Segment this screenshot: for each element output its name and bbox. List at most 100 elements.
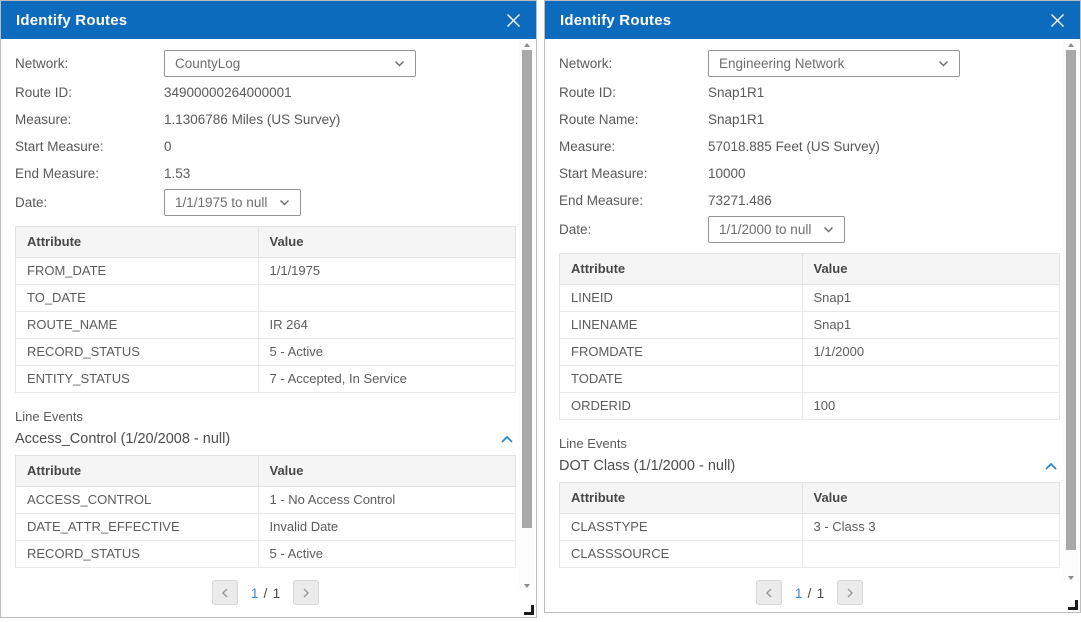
selected-option: Engineering Network [719,56,844,71]
network-select[interactable]: Engineering Network [708,50,960,77]
date-select[interactable]: 1/1/2000 to null [708,216,845,243]
field-row: Start Measure:0 [15,133,516,160]
route-name-value: Snap1R1 [708,112,764,127]
start-measure-value: 0 [164,139,172,154]
next-page-button[interactable] [293,580,319,605]
end-measure-value: 73271.486 [708,193,772,208]
table-row: RECORD_STATUS5 - Active [16,541,516,568]
table-row: ROUTE_NAMEIR 264 [16,312,516,339]
attribute-cell: LINEID [560,285,803,312]
page-indicator: 1/1 [795,585,824,601]
chevron-up-icon[interactable] [500,435,514,444]
close-icon[interactable] [1049,12,1066,29]
panel-header: Identify Routes [545,1,1080,39]
scroll-up-arrow-icon[interactable] [524,43,530,47]
selected-option: 1/1/2000 to null [719,222,811,237]
value-cell [802,366,1060,393]
total-pages: 1 [816,585,824,601]
value-cell: 1/1/2000 [802,339,1060,366]
resize-grip[interactable] [524,605,534,615]
value-cell: 100 [802,393,1060,420]
attribute-table: AttributeValueLINEIDSnap1LINENAMESnap1FR… [559,253,1060,420]
column-header: Attribute [560,483,803,514]
value-cell: 5 - Active [258,339,516,366]
field-row: End Measure:1.53 [15,160,516,187]
scrollbar-thumb[interactable] [522,50,532,528]
field-row: Route ID:34900000264000001 [15,79,516,106]
field-label: Date: [15,195,164,210]
next-page-button[interactable] [837,580,863,605]
table-row: FROM_DATE1/1/1975 [16,258,516,285]
chevron-down-icon [394,60,405,67]
date-select[interactable]: 1/1/1975 to null [164,189,301,216]
field-label: Network: [15,56,164,71]
page-separator: / [264,585,268,601]
identify-routes-workspace: Identify Routes Network: CountyLog Route I… [0,0,1081,622]
attribute-cell: CLASSSOURCE [560,541,803,568]
value-cell: 1 - No Access Control [258,487,516,514]
panel-title: Identify Routes [560,12,671,29]
table-row: ORDERID100 [560,393,1060,420]
line-events-section-title: DOT Class (1/1/2000 - null) [559,458,735,474]
field-label: End Measure: [559,193,708,208]
selected-option: CountyLog [175,56,240,71]
chevron-down-icon [938,60,949,67]
measure-value: 57018.885 Feet (US Survey) [708,139,880,154]
panel-header: Identify Routes [1,1,536,39]
line-events-table: AttributeValueCLASSTYPE3 - Class 3CLASSS… [559,482,1060,568]
field-label: Route Name: [559,112,708,127]
field-label: Route ID: [559,85,708,100]
table-row: ACCESS_CONTROL1 - No Access Control [16,487,516,514]
field-row: Route ID:Snap1R1 [559,79,1060,106]
value-cell: Invalid Date [258,514,516,541]
attribute-table: AttributeValueFROM_DATE1/1/1975TO_DATERO… [15,226,516,393]
line-events-table: AttributeValueACCESS_CONTROL1 - No Acces… [15,455,516,568]
close-icon[interactable] [505,12,522,29]
column-header: Attribute [16,227,259,258]
scroll-down-arrow-icon[interactable] [524,584,530,588]
field-row: Network: Engineering Network [559,48,1060,79]
field-label: Route ID: [15,85,164,100]
column-header: Attribute [560,254,803,285]
chevron-down-icon [279,199,290,206]
attribute-cell: TO_DATE [16,285,259,312]
panel-body: Network: CountyLog Route ID:34900000264000… [1,39,516,617]
page-separator: / [808,585,812,601]
network-select[interactable]: CountyLog [164,50,416,77]
field-label: Start Measure: [15,139,164,154]
line-events-label: Line Events [15,409,516,424]
current-page: 1 [795,585,803,601]
selected-option: 1/1/1975 to null [175,195,267,210]
route-id-value: 34900000264000001 [164,85,292,100]
scrollbar-thumb[interactable] [1066,50,1076,550]
line-events-section-title: Access_Control (1/20/2008 - null) [15,431,230,447]
value-cell: Snap1 [802,285,1060,312]
field-label: Start Measure: [559,166,708,181]
resize-grip[interactable] [1068,600,1078,610]
table-row: RECORD_STATUS5 - Active [16,339,516,366]
vertical-scrollbar[interactable] [519,40,535,591]
field-label: End Measure: [15,166,164,181]
identify-routes-panel-left: Identify Routes Network: CountyLog Route I… [0,0,537,618]
identify-routes-panel-right: Identify Routes Network: Engineering Netw… [544,0,1081,613]
prev-page-button[interactable] [756,580,782,605]
field-label: Date: [559,222,708,237]
scroll-up-arrow-icon[interactable] [1068,43,1074,47]
attribute-cell: FROM_DATE [16,258,259,285]
attribute-cell: DATE_ATTR_EFFECTIVE [16,514,259,541]
chevron-up-icon[interactable] [1044,462,1058,471]
field-row: Network: CountyLog [15,48,516,79]
table-header-row: AttributeValue [560,483,1060,514]
column-header: Attribute [16,456,259,487]
value-cell: 7 - Accepted, In Service [258,366,516,393]
field-row: End Measure:73271.486 [559,187,1060,214]
vertical-scrollbar[interactable] [1063,40,1079,583]
prev-page-button[interactable] [212,580,238,605]
field-label: Network: [559,56,708,71]
total-pages: 1 [272,585,280,601]
scroll-down-arrow-icon[interactable] [1068,576,1074,580]
table-row: FROMDATE1/1/2000 [560,339,1060,366]
end-measure-value: 1.53 [164,166,190,181]
table-row: TODATE [560,366,1060,393]
field-row: Measure:57018.885 Feet (US Survey) [559,133,1060,160]
